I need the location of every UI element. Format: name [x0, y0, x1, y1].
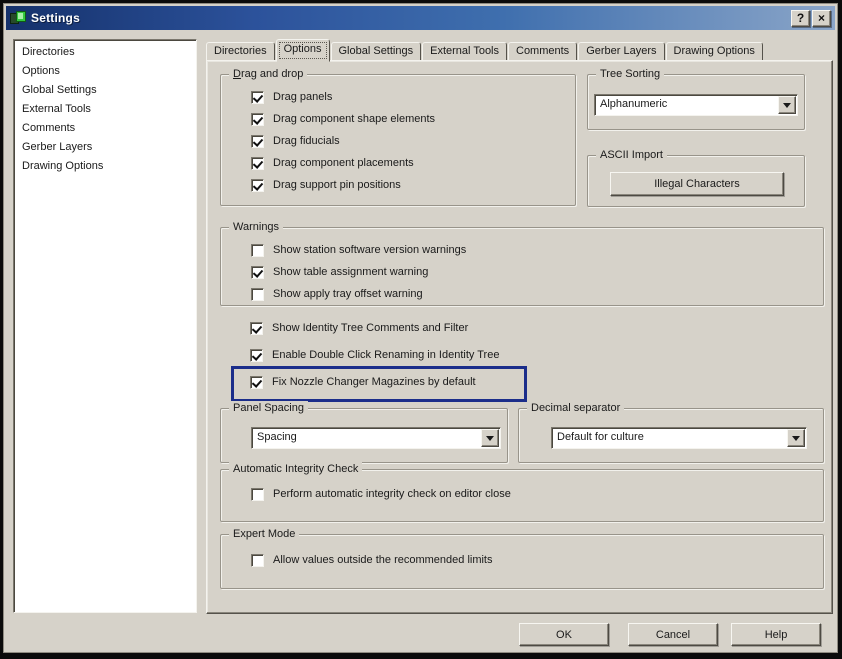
selected-value: Alphanumeric [600, 98, 668, 110]
checkbox-checked-icon[interactable] [251, 156, 264, 170]
checkbox-row[interactable]: Enable Double Click Renaming in Identity… [250, 344, 499, 366]
checkbox-row[interactable]: Drag component placements [251, 152, 435, 174]
selected-value: Spacing [257, 431, 297, 443]
tab-strip: Directories Options Global Settings Externa… [206, 38, 833, 62]
checkbox-label: Show apply tray offset warning [273, 288, 423, 300]
checkbox-label: Show table assignment warning [273, 266, 429, 278]
tab-comments[interactable]: Comments [508, 42, 578, 61]
titlebar[interactable]: Settings ? × [6, 6, 835, 30]
options-tab-panel: Drag and drop Drag panels Drag component … [206, 60, 833, 614]
panel-spacing-select[interactable]: Spacing [251, 427, 501, 449]
window-title: Settings [31, 11, 80, 25]
tab-gerber-layers[interactable]: Gerber Layers [578, 42, 665, 61]
chevron-down-icon[interactable] [787, 429, 805, 447]
group-warnings: Warnings Show station software version w… [220, 220, 824, 306]
group-drag-and-drop: Drag and drop Drag panels Drag component … [220, 67, 576, 206]
group-decimal-separator: Decimal separator Default for culture [518, 401, 824, 463]
checkbox-label: Allow values outside the recommended lim… [273, 554, 493, 566]
ok-button[interactable]: OK [519, 623, 609, 646]
checkbox-row[interactable]: Show Identity Tree Comments and Filter [250, 317, 499, 339]
selected-value: Default for culture [557, 431, 644, 443]
checkbox-label: Drag panels [273, 91, 333, 103]
checkbox-unchecked-icon[interactable] [251, 287, 264, 301]
tab-options[interactable]: Options [275, 39, 330, 62]
tab-external-tools[interactable]: External Tools [422, 42, 507, 61]
cancel-button[interactable]: Cancel [628, 623, 718, 646]
category-listbox[interactable]: Directories Options Global Settings Externa… [13, 39, 197, 613]
sidebar-item-global-settings[interactable]: Global Settings [14, 81, 196, 100]
checkbox-unchecked-icon[interactable] [251, 553, 264, 567]
help-button[interactable]: Help [731, 623, 821, 646]
tree-sorting-select[interactable]: Alphanumeric [594, 94, 798, 116]
tab-drawing-options[interactable]: Drawing Options [665, 42, 763, 61]
checkbox-label: Show Identity Tree Comments and Filter [272, 322, 469, 334]
chevron-down-icon[interactable] [481, 429, 499, 447]
checkbox-row[interactable]: Drag fiducials [251, 130, 435, 152]
group-title: Tree Sorting [596, 67, 665, 81]
group-title: Expert Mode [229, 527, 300, 541]
checkbox-checked-icon[interactable] [251, 265, 264, 279]
checkbox-row[interactable]: Drag support pin positions [251, 174, 435, 196]
sidebar-item-comments[interactable]: Comments [14, 119, 196, 138]
group-title: ASCII Import [596, 148, 667, 162]
help-context-button[interactable]: ? [791, 9, 810, 27]
group-title: Warnings [229, 220, 284, 234]
group-title: Automatic Integrity Check [229, 462, 363, 476]
checkbox-row[interactable]: Show table assignment warning [251, 261, 466, 283]
settings-dialog: Settings ? × Directories Options Global Se… [3, 3, 838, 653]
checkbox-checked-icon[interactable] [251, 178, 264, 192]
checkbox-checked-icon[interactable] [250, 321, 263, 335]
checkbox-row[interactable]: Allow values outside the recommended lim… [251, 549, 493, 571]
checkbox-label: Drag component placements [273, 157, 414, 169]
tab-global-settings[interactable]: Global Settings [330, 42, 422, 61]
group-tree-sorting: Tree Sorting Alphanumeric [587, 67, 805, 130]
chevron-down-icon[interactable] [778, 96, 796, 114]
checkbox-row[interactable]: Show station software version warnings [251, 239, 466, 261]
checkbox-row[interactable]: Drag component shape elements [251, 108, 435, 130]
group-panel-spacing: Panel Spacing Spacing [220, 401, 508, 463]
group-title: Drag and drop [229, 67, 308, 81]
sidebar-item-options[interactable]: Options [14, 62, 196, 81]
checkbox-unchecked-icon[interactable] [251, 243, 264, 257]
checkbox-unchecked-icon[interactable] [251, 487, 264, 501]
close-icon[interactable]: × [812, 9, 831, 27]
sidebar-item-external-tools[interactable]: External Tools [14, 100, 196, 119]
checkbox-label: Drag component shape elements [273, 113, 436, 125]
sidebar-item-drawing-options[interactable]: Drawing Options [14, 157, 196, 176]
checkbox-label: Enable Double Click Renaming in Identity… [272, 349, 500, 361]
checkbox-label: Drag support pin positions [273, 179, 401, 191]
checkbox-checked-icon[interactable] [251, 90, 264, 104]
checkbox-label: Perform automatic integrity check on edi… [273, 488, 511, 500]
group-title: Decimal separator [527, 401, 625, 415]
group-automatic-integrity-check: Automatic Integrity Check Perform automa… [220, 462, 824, 522]
checkbox-row[interactable]: Drag panels [251, 86, 435, 108]
checkbox-label: Drag fiducials [273, 135, 340, 147]
tab-directories[interactable]: Directories [206, 42, 275, 61]
checkbox-checked-icon[interactable] [251, 112, 264, 126]
highlight-annotation [231, 366, 527, 402]
group-expert-mode: Expert Mode Allow values outside the rec… [220, 527, 824, 589]
sidebar-item-gerber-layers[interactable]: Gerber Layers [14, 138, 196, 157]
illegal-characters-button[interactable]: Illegal Characters [610, 172, 784, 196]
checkbox-row[interactable]: Perform automatic integrity check on edi… [251, 483, 511, 505]
checkbox-label: Show station software version warnings [273, 244, 467, 256]
checkbox-checked-icon[interactable] [251, 134, 264, 148]
app-icon [10, 10, 26, 26]
group-ascii-import: ASCII Import Illegal Characters [587, 148, 805, 207]
sidebar-item-directories[interactable]: Directories [14, 43, 196, 62]
checkbox-checked-icon[interactable] [250, 348, 263, 362]
decimal-separator-select[interactable]: Default for culture [551, 427, 807, 449]
checkbox-row[interactable]: Show apply tray offset warning [251, 283, 466, 305]
group-title: Panel Spacing [229, 401, 308, 415]
